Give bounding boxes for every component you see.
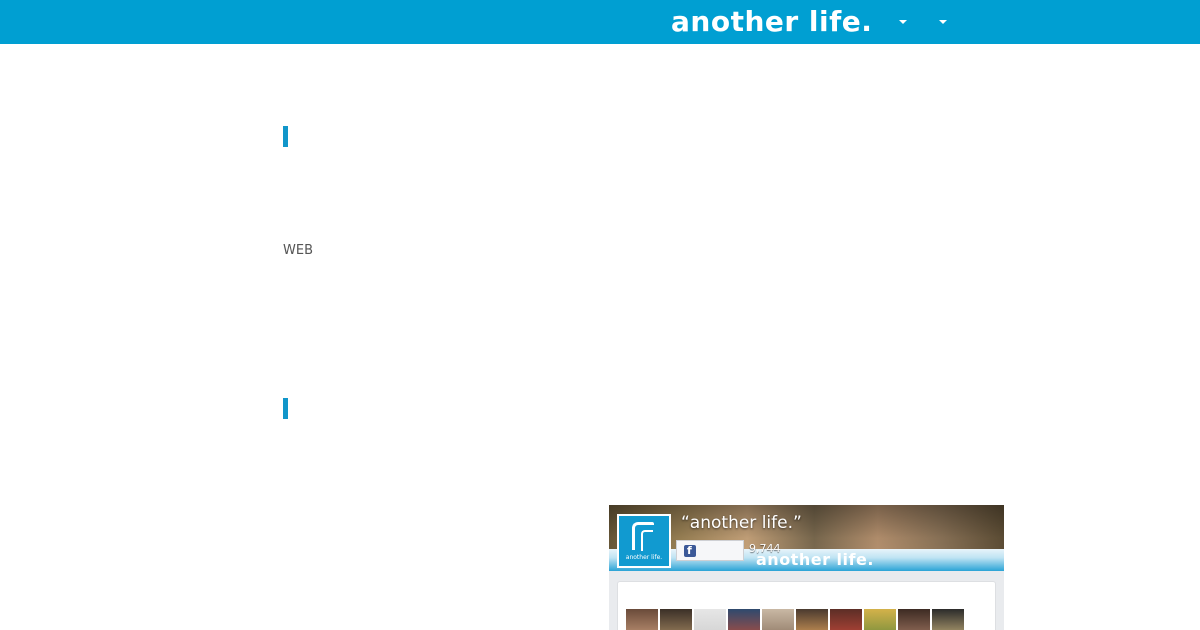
brand-logo-icon: another life. — [619, 516, 669, 566]
nav-dropdown-2[interactable] — [935, 17, 951, 29]
chevron-down-icon — [899, 20, 907, 24]
fb-face-avatar[interactable] — [830, 609, 862, 630]
fb-page-avatar[interactable]: another life. — [617, 514, 671, 568]
fb-face-avatar[interactable] — [626, 609, 658, 630]
section-heading-marker — [283, 126, 288, 147]
chevron-down-icon — [939, 20, 947, 24]
fb-face-avatar[interactable] — [864, 609, 896, 630]
fb-like-button[interactable] — [676, 540, 744, 561]
facebook-f-icon — [684, 544, 696, 557]
fb-friend-faces — [626, 609, 964, 630]
facebook-page-widget: another life. another life. “another lif… — [609, 505, 1004, 630]
fb-face-avatar[interactable] — [796, 609, 828, 630]
fb-like-count: 9,744 — [749, 542, 781, 555]
fb-face-avatar[interactable] — [762, 609, 794, 630]
web-label: WEB — [283, 243, 313, 258]
fb-face-avatar[interactable] — [694, 609, 726, 630]
avatar-caption: another life. — [625, 554, 663, 561]
fb-page-name[interactable]: “another life.” — [681, 513, 802, 533]
fb-face-avatar[interactable] — [932, 609, 964, 630]
site-header: another life. — [0, 0, 1200, 44]
nav-dropdown-1[interactable] — [895, 17, 911, 29]
brand-r-glyph — [632, 522, 654, 551]
fb-widget-body — [617, 581, 996, 630]
site-logo[interactable]: another life. — [671, 4, 872, 40]
fb-face-avatar[interactable] — [728, 609, 760, 630]
fb-face-avatar[interactable] — [898, 609, 930, 630]
section-heading-marker — [283, 398, 288, 419]
fb-face-avatar[interactable] — [660, 609, 692, 630]
